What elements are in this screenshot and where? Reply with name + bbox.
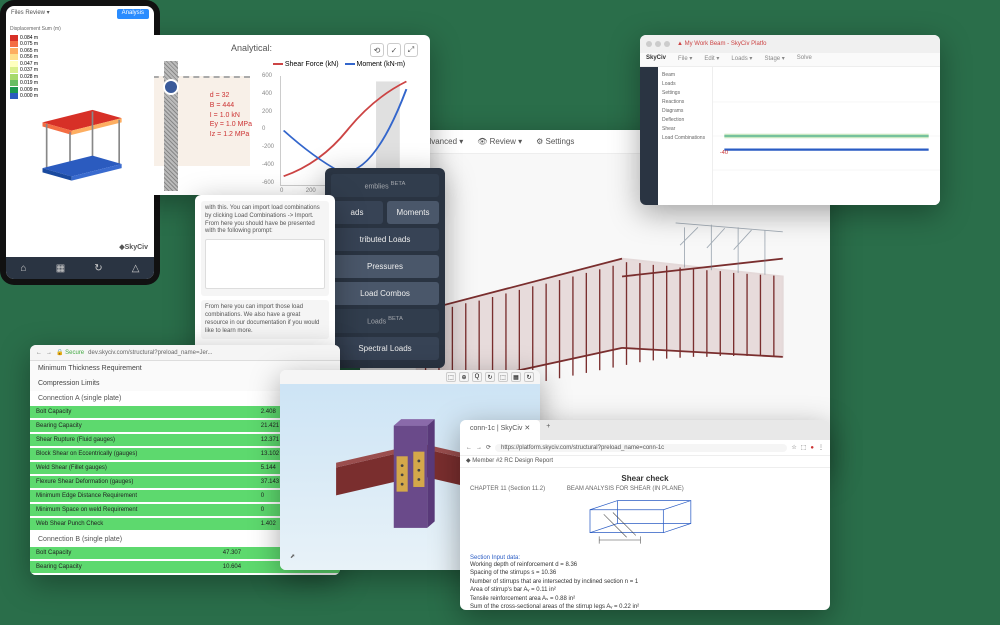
tool-icon[interactable]: ▦ xyxy=(511,372,521,382)
ext-icon[interactable]: ● xyxy=(810,445,814,451)
report-data-line: Tensile reinforcement area Aₛ = 0.88 in² xyxy=(470,595,820,603)
tool-icon[interactable]: ⊕ xyxy=(459,372,469,382)
legend-shear: Shear Force (kN) xyxy=(273,61,339,68)
list-item[interactable]: Beam xyxy=(662,71,708,80)
alert-icon[interactable]: △ xyxy=(132,263,140,274)
phone-topbar: Files Review ▾ Analysis xyxy=(6,6,154,22)
tool-icon[interactable]: ↻ xyxy=(485,372,495,382)
report-url[interactable]: https://platform.skyciv.com/structural?p… xyxy=(495,444,787,452)
secure-icon: 🔒 Secure xyxy=(56,349,84,356)
report-data-line: Spacing of the stirrups s = 10.36 xyxy=(470,569,820,577)
graph-plot[interactable]: -40 xyxy=(713,67,940,205)
list-item[interactable]: Diagrams xyxy=(662,107,708,116)
report-data-line: Sum of the cross-sectional areas of the … xyxy=(470,603,820,610)
report-chapter: CHAPTER 11 (Section 11.2) xyxy=(470,486,545,492)
design-report-panel: conn-1c | SkyCiv ✕ + ← → ⟳ https://platfo… xyxy=(460,420,830,610)
spectral-loads-button[interactable]: Spectral Loads xyxy=(331,337,439,360)
beam-graph-panel: ▲ My Work Beam - SkyCiv Platfo SkyCiv Fi… xyxy=(640,35,940,205)
list-item[interactable]: Settings xyxy=(662,89,708,98)
settings-menu[interactable]: ⚙ Settings xyxy=(536,137,574,146)
solve-tab[interactable]: Solve xyxy=(791,53,818,66)
distributed-loads-button[interactable]: tributed Loads xyxy=(331,228,439,251)
analyze-button[interactable]: Analysis xyxy=(117,9,149,19)
report-data-line: Working depth of reinforcement d = 8.36 xyxy=(470,561,820,569)
reload-icon[interactable]: ↻ xyxy=(94,263,102,274)
report-data-line: Number of stirrups that are intersected … xyxy=(470,578,820,586)
moments-button[interactable]: Moments xyxy=(387,201,439,224)
legend-moment: Moment (kN-m) xyxy=(345,61,406,68)
report-beam-diagram xyxy=(470,496,820,551)
list-item[interactable]: Load Combinations xyxy=(662,134,708,143)
review-menu[interactable]: 👁 Review ▾ xyxy=(477,137,522,146)
pressures-button[interactable]: Pressures xyxy=(331,255,439,278)
menu-icon[interactable]: ⋮ xyxy=(818,444,824,451)
history-icon[interactable]: ⟲ xyxy=(370,43,384,57)
app-logo: SkyCiv xyxy=(640,53,672,66)
edit-tab[interactable]: Edit ▾ xyxy=(698,53,725,66)
conn-toolbar: ⬚⊕ Q↻ ⬚▦ ↻ xyxy=(280,370,540,384)
phone-mockup: Files Review ▾ Analysis Displacement Sum… xyxy=(0,0,160,285)
graph-options-list: Beam Loads Settings Reactions Diagrams D… xyxy=(658,67,713,205)
browser-address-bar: ← → 🔒 Secure dev.skyciv.com/structural?p… xyxy=(30,345,340,361)
grid-icon[interactable]: ▦ xyxy=(56,263,65,274)
phone-navbar: ⌂ ▦ ↻ △ xyxy=(6,257,154,279)
chat-msg-2: From here you can import those load comb… xyxy=(201,300,329,339)
back-icon[interactable]: ← xyxy=(466,445,472,451)
chat-preview-image xyxy=(205,239,325,289)
fwd-icon[interactable]: → xyxy=(46,350,52,356)
report-data-line: Area of stirrup's bar Aᵥ = 0.11 in² xyxy=(470,586,820,594)
list-item[interactable]: Deflection xyxy=(662,116,708,125)
tool-icon[interactable]: ⬚ xyxy=(446,372,456,382)
axis-gizmo: ⬈ xyxy=(290,553,295,560)
beam-params: d = 32B = 444 I = 1.0 kNEy = 1.0 MPa Iz … xyxy=(210,91,252,140)
assemblies-button[interactable]: emblies BETA xyxy=(331,174,439,197)
back-icon[interactable]: ← xyxy=(36,350,42,356)
list-item[interactable]: Loads xyxy=(662,80,708,89)
skyciv-logo: ◆SkyCiv xyxy=(119,243,148,251)
browser-chrome: ▲ My Work Beam - SkyCiv Platfo xyxy=(640,35,940,53)
list-item[interactable]: Shear xyxy=(662,125,708,134)
expand-icon[interactable]: ⤢ xyxy=(404,43,418,57)
stage-tab[interactable]: Stage ▾ xyxy=(758,53,790,66)
report-ribbon: ◆ Member #2 RC Design Report xyxy=(460,456,830,468)
file-tab[interactable]: File ▾ xyxy=(672,53,698,66)
chart-y-axis: 600400200 0-200-400 -600 xyxy=(262,73,274,186)
graph-sidebar xyxy=(640,67,658,205)
report-document: Shear check CHAPTER 11 (Section 11.2) BE… xyxy=(460,468,830,610)
new-tab-button[interactable]: + xyxy=(540,420,556,440)
loads-button[interactable]: ads xyxy=(331,201,383,224)
loads-button-panel: emblies BETA ads Moments tributed Loads … xyxy=(325,168,445,368)
analytical-title: Analytical: xyxy=(231,43,370,57)
fwd-icon[interactable]: → xyxy=(476,445,482,451)
check-icon[interactable]: ✓ xyxy=(387,43,401,57)
star-icon[interactable]: ☆ xyxy=(791,444,796,451)
report-analysis-title: BEAM ANALYSIS FOR SHEAR (IN PLANE) xyxy=(567,486,684,492)
area-loads-button[interactable]: Loads BETA xyxy=(331,309,439,332)
svg-text:-40: -40 xyxy=(720,150,728,156)
phone-files-menu[interactable]: Files Review ▾ xyxy=(11,9,50,19)
loads-tab[interactable]: Loads ▾ xyxy=(725,53,758,66)
chat-msg-1: with this. You can import load combinati… xyxy=(201,201,329,296)
tool-icon[interactable]: ⬚ xyxy=(498,372,508,382)
tab-title: ▲ My Work Beam - SkyCiv Platfo xyxy=(677,41,767,47)
tool-icon[interactable]: Q xyxy=(472,372,482,382)
tool-icon[interactable]: ↻ xyxy=(524,372,534,382)
ext-icon[interactable]: ⬚ xyxy=(801,444,807,451)
phone-viewport[interactable] xyxy=(6,24,154,253)
addr-url[interactable]: dev.skyciv.com/structural?preload_name=J… xyxy=(88,350,212,356)
browser-tabs: conn-1c | SkyCiv ✕ + xyxy=(460,420,830,440)
reload-icon[interactable]: ⟳ xyxy=(486,444,491,451)
app-menu: SkyCiv File ▾ Edit ▾ Loads ▾ Stage ▾ Sol… xyxy=(640,53,940,67)
browser-tab[interactable]: conn-1c | SkyCiv ✕ xyxy=(460,420,540,440)
report-address-bar: ← → ⟳ https://platform.skyciv.com/structu… xyxy=(460,440,830,456)
load-combos-button[interactable]: Load Combos xyxy=(331,282,439,305)
home-icon[interactable]: ⌂ xyxy=(21,263,27,274)
report-title: Shear check xyxy=(470,474,820,483)
list-item[interactable]: Reactions xyxy=(662,98,708,107)
